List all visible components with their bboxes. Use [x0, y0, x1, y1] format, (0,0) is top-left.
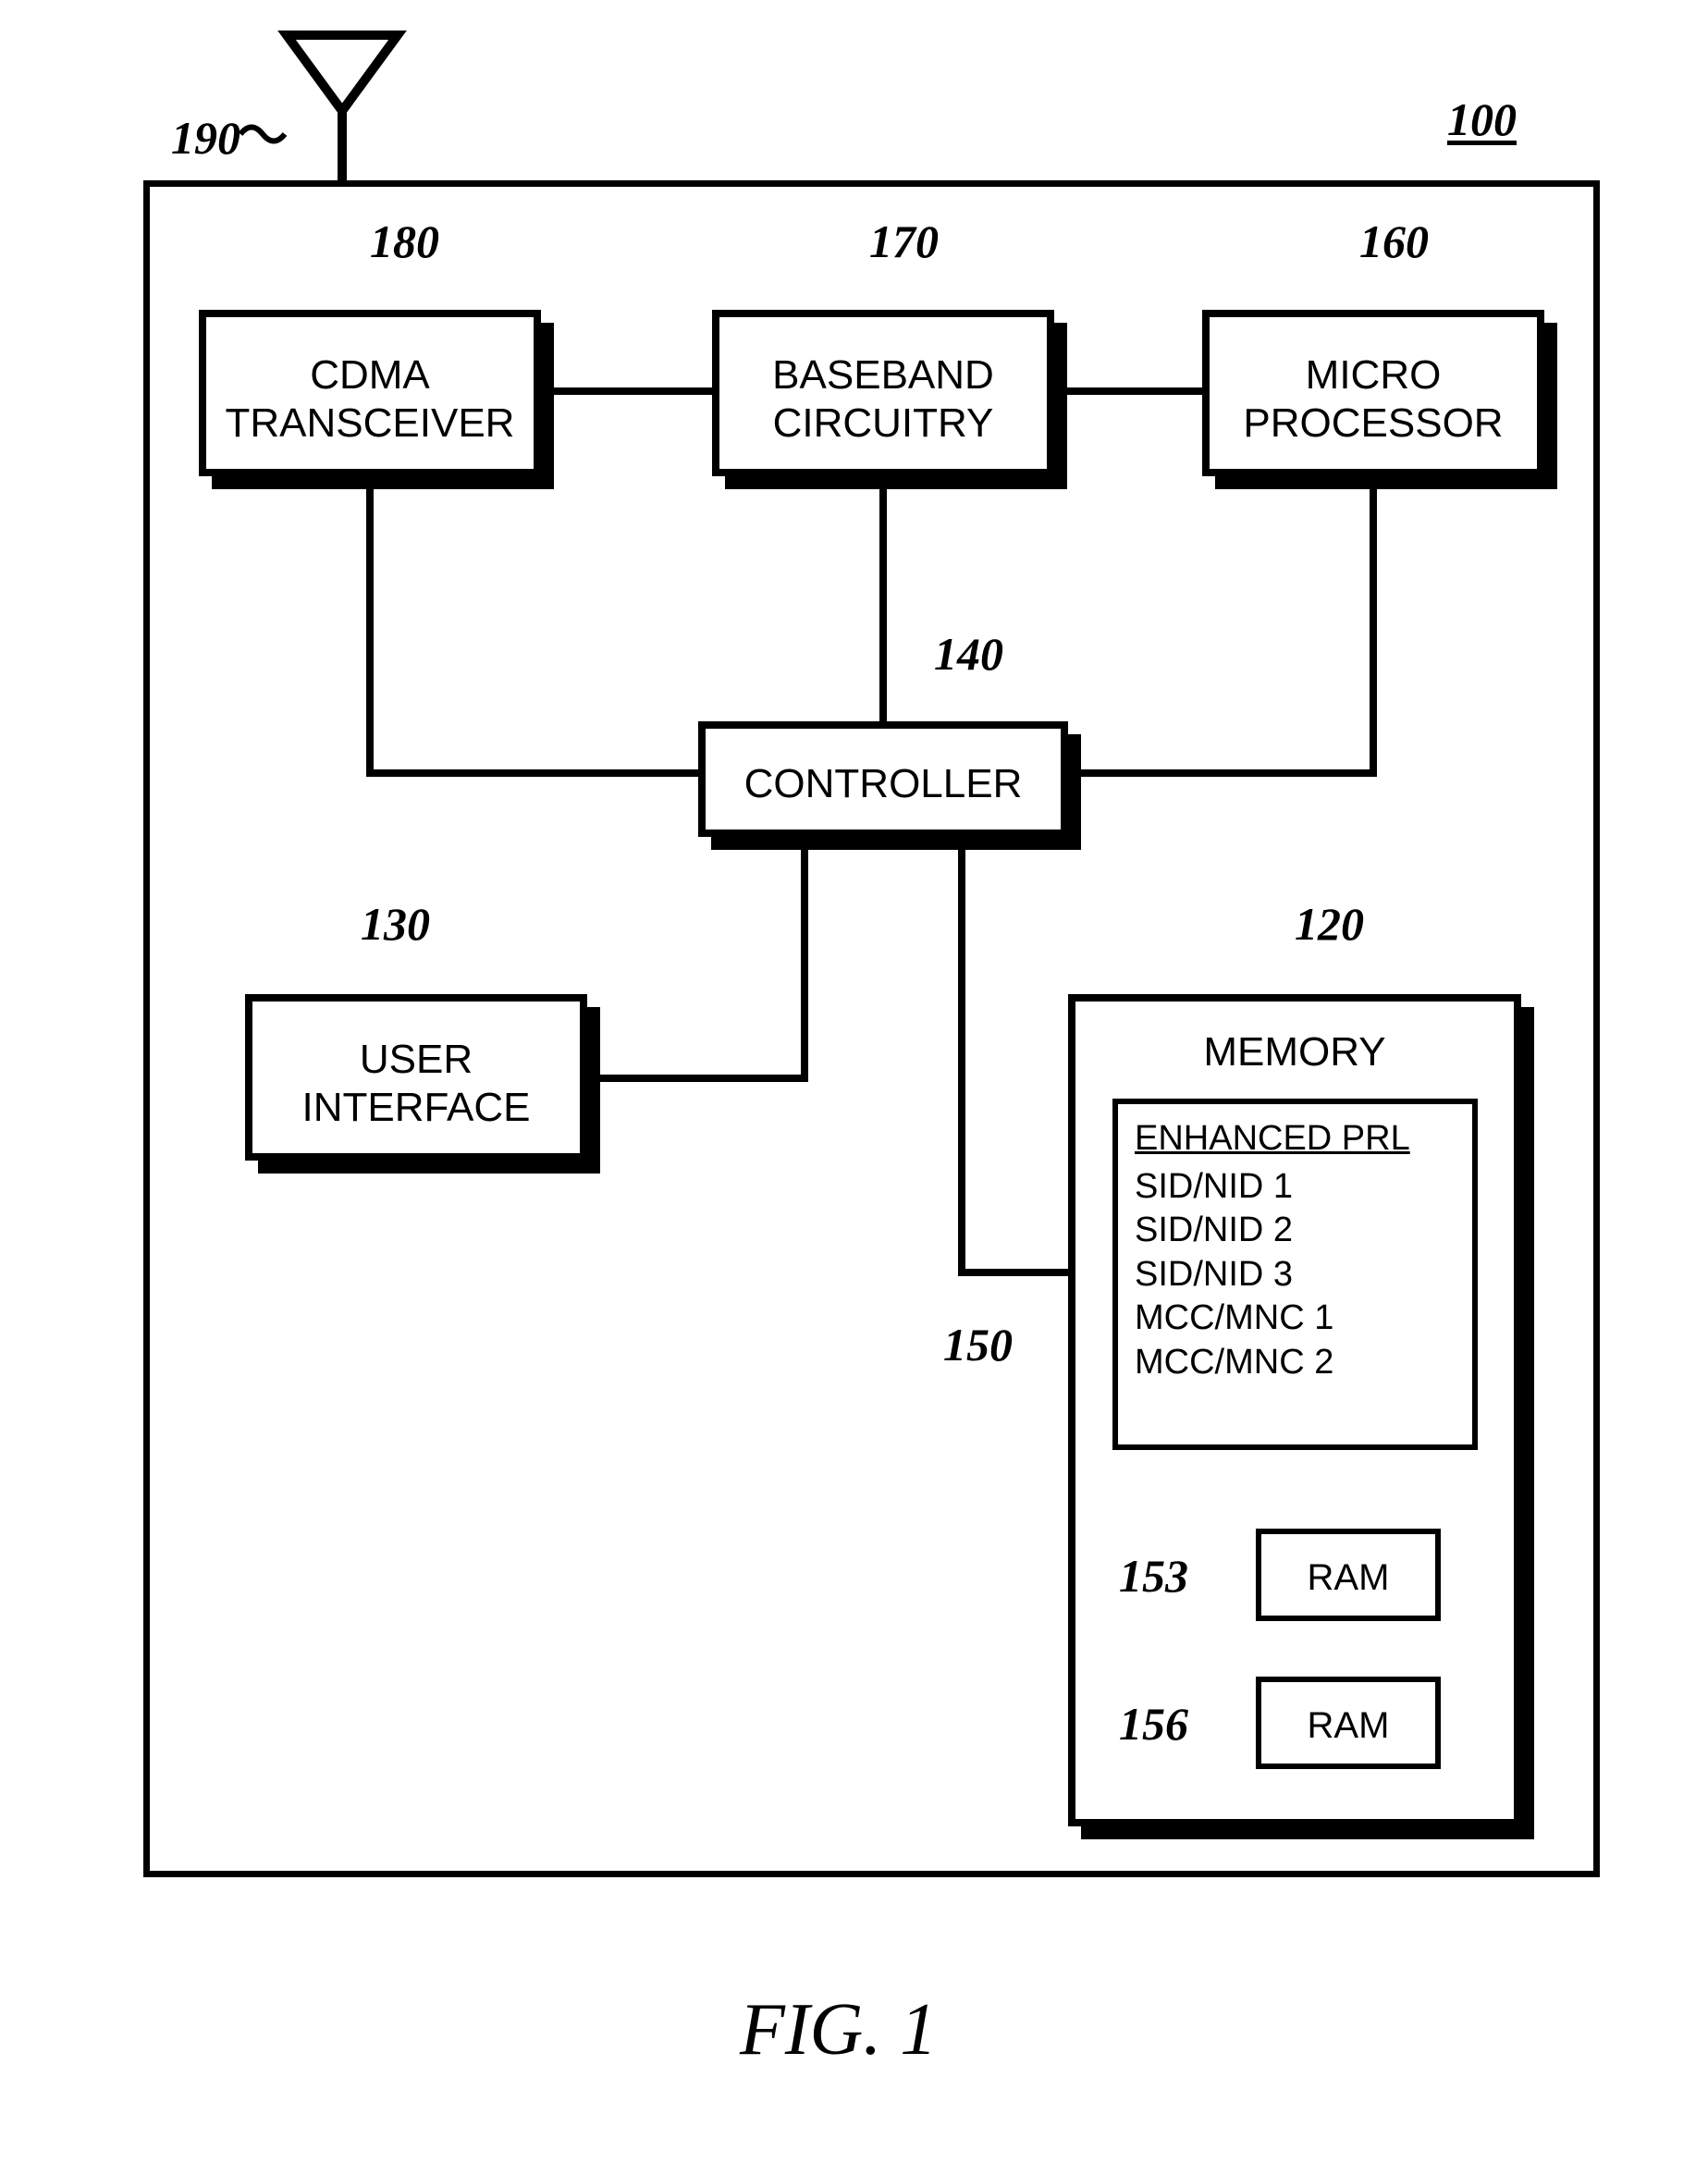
- conn-baseband-micro: [1067, 387, 1202, 395]
- block-baseband-l2: CIRCUITRY: [719, 400, 1047, 448]
- block-ui-l1: USER: [252, 1037, 580, 1084]
- conn-micro-left: [1081, 769, 1377, 777]
- ref-prl: 150: [943, 1318, 1013, 1371]
- conn-transceiver-baseband: [554, 387, 712, 395]
- ref-ram1: 153: [1119, 1549, 1188, 1603]
- figure-caption: FIG. 1: [740, 1988, 937, 2072]
- prl-row: SID/NID 2: [1135, 1209, 1456, 1253]
- prl-row: MCC/MNC 1: [1135, 1297, 1456, 1341]
- block-micro-l1: MICRO: [1210, 352, 1537, 399]
- conn-micro-down: [1370, 489, 1377, 777]
- block-prl: ENHANCED PRL SID/NID 1 SID/NID 2 SID/NID…: [1112, 1099, 1478, 1450]
- block-transceiver-l2: TRANSCEIVER: [206, 400, 534, 448]
- conn-ctrl-mem-h: [958, 1269, 1068, 1276]
- block-controller: CONTROLLER: [698, 721, 1068, 837]
- diagram-canvas: 100 190 CDMA TRANSCEIVER 180 BASEBAND CI…: [0, 0, 1708, 2163]
- conn-ctrl-ui-v: [801, 850, 808, 1082]
- block-ram1: RAM: [1256, 1529, 1441, 1621]
- conn-baseband-controller: [879, 489, 887, 721]
- conn-ctrl-mem-v: [958, 850, 965, 1276]
- prl-title: ENHANCED PRL: [1135, 1117, 1456, 1165]
- block-micro: MICRO PROCESSOR: [1202, 310, 1544, 476]
- prl-row: SID/NID 1: [1135, 1165, 1456, 1210]
- ref-transceiver: 180: [370, 215, 439, 268]
- ref-baseband: 170: [869, 215, 939, 268]
- block-ram2: RAM: [1256, 1677, 1441, 1769]
- block-micro-l2: PROCESSOR: [1210, 400, 1537, 448]
- ref-antenna: 190: [171, 111, 240, 165]
- conn-ctrl-ui-h: [600, 1075, 808, 1082]
- block-ui-l2: INTERFACE: [252, 1085, 580, 1132]
- ref-ram2: 156: [1119, 1697, 1188, 1751]
- prl-row: MCC/MNC 2: [1135, 1341, 1456, 1385]
- conn-transceiver-down: [366, 489, 374, 777]
- block-baseband-l1: BASEBAND: [719, 352, 1047, 399]
- block-transceiver-l1: CDMA: [206, 352, 534, 399]
- ref-system: 100: [1447, 92, 1517, 146]
- block-controller-label: CONTROLLER: [706, 761, 1061, 808]
- conn-transceiver-right: [366, 769, 698, 777]
- block-ram1-label: RAM: [1261, 1556, 1435, 1599]
- prl-contents: ENHANCED PRL SID/NID 1 SID/NID 2 SID/NID…: [1118, 1104, 1472, 1397]
- ref-micro: 160: [1359, 215, 1429, 268]
- ref-ui: 130: [361, 897, 430, 951]
- block-baseband: BASEBAND CIRCUITRY: [712, 310, 1054, 476]
- ref-controller: 140: [934, 627, 1003, 681]
- block-transceiver: CDMA TRANSCEIVER: [199, 310, 541, 476]
- block-memory-title: MEMORY: [1075, 1029, 1514, 1075]
- prl-row: SID/NID 3: [1135, 1253, 1456, 1297]
- block-ui: USER INTERFACE: [245, 994, 587, 1161]
- block-ram2-label: RAM: [1261, 1704, 1435, 1747]
- ref-memory: 120: [1295, 897, 1364, 951]
